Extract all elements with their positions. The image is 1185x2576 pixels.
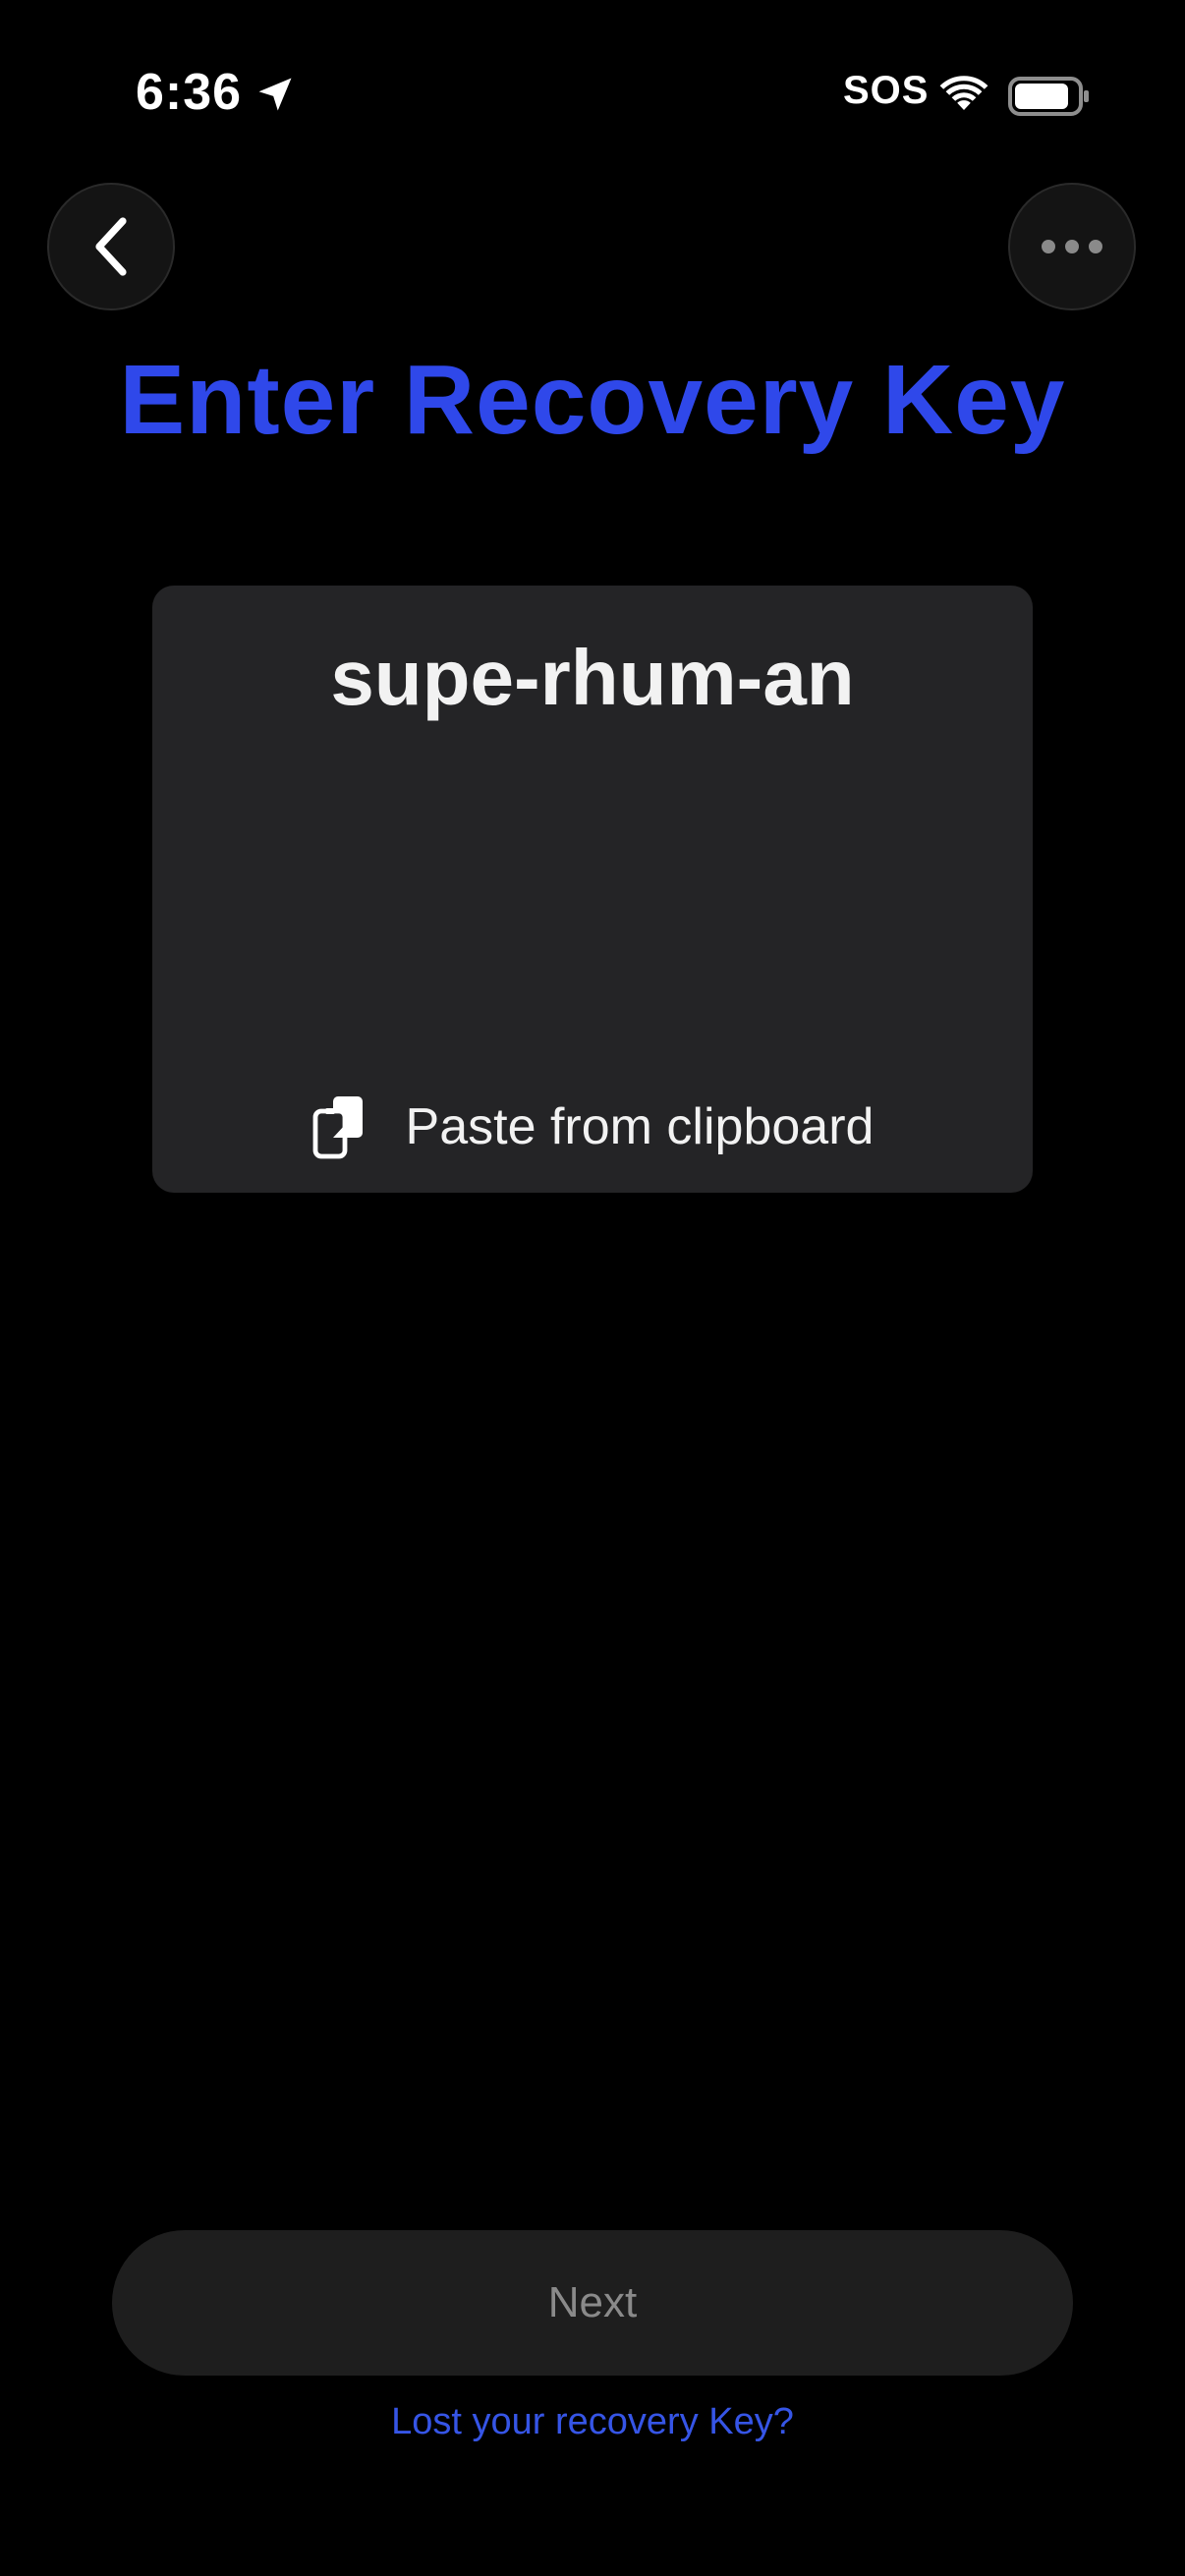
more-options-button[interactable] — [1008, 183, 1136, 310]
clipboard-icon — [312, 1096, 363, 1159]
status-sos: SOS — [843, 69, 930, 112]
recovery-key-value[interactable]: supe-rhum-an — [152, 633, 1033, 723]
chevron-left-icon — [95, 217, 127, 276]
lost-recovery-key-link[interactable]: Lost your recovery Key? — [0, 2401, 1185, 2443]
next-button-label: Next — [547, 2278, 638, 2326]
location-arrow-icon — [258, 78, 292, 111]
next-button[interactable]: Next — [112, 2230, 1073, 2376]
paste-from-clipboard-label: Paste from clipboard — [405, 1098, 875, 1155]
ellipsis-icon — [1042, 240, 1102, 253]
paste-from-clipboard-button[interactable]: Paste from clipboard — [152, 1092, 1033, 1161]
battery-icon — [1008, 77, 1089, 116]
wifi-icon — [939, 76, 988, 110]
back-button[interactable] — [47, 183, 175, 310]
recovery-key-card[interactable]: supe-rhum-an Paste from clipboard — [152, 586, 1033, 1193]
page-title: Enter Recovery Key — [119, 345, 1066, 455]
status-time: 6:36 — [136, 64, 243, 121]
